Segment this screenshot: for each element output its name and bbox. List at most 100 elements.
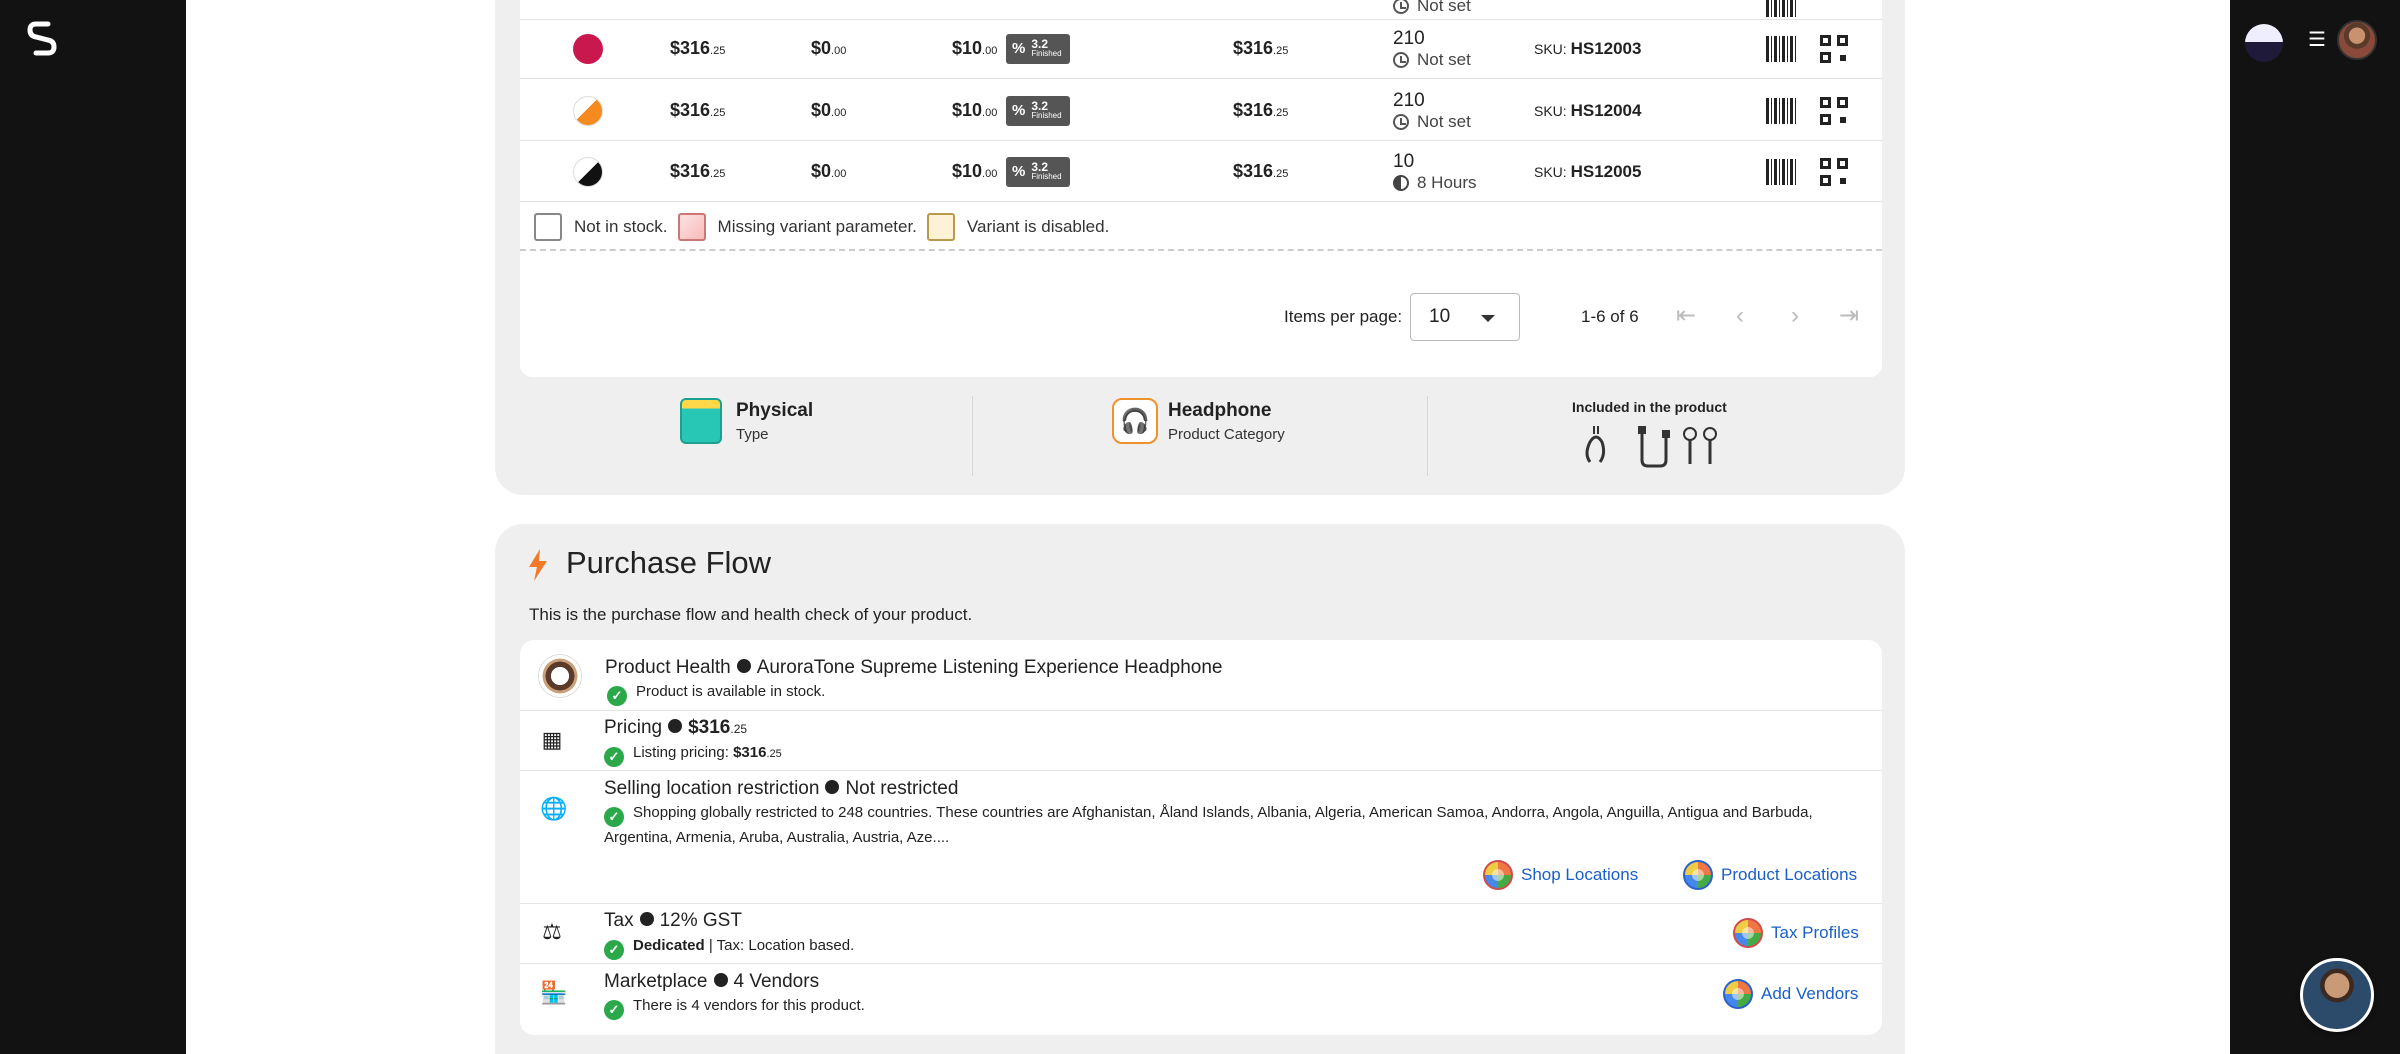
meta-divider <box>972 396 973 476</box>
half-circle-icon <box>1393 174 1409 191</box>
calculator-icon: ▦ <box>541 727 563 752</box>
tax-profiles-icon <box>1733 918 1763 948</box>
check-circle-icon: ✓ <box>604 1000 624 1020</box>
legend-missing-param: Missing variant parameter. <box>717 217 917 236</box>
next-page-icon[interactable]: › <box>1783 304 1807 329</box>
table-row[interactable]: Not set <box>520 0 1882 20</box>
previous-page-icon[interactable]: ‹ <box>1728 304 1752 329</box>
final-price: $316.25 <box>1233 161 1289 181</box>
tax-detail: ✓ Dedicated | Tax: Location based. <box>604 935 854 960</box>
sku: SKU: HS12003 <box>1534 38 1642 58</box>
discount: $0.00 <box>811 38 847 58</box>
table-row[interactable]: $316.25 $0.00 $10.00 % 3.2 Finished $316.2… <box>520 18 1882 79</box>
headphone-icon: 🎧 <box>1112 398 1158 444</box>
stock-quantity: 210 <box>1393 89 1425 111</box>
variant-color-swatch <box>573 33 603 64</box>
tax-profiles-link[interactable]: Tax Profiles <box>1733 918 1859 948</box>
lead-time: 8 Hours <box>1393 173 1477 193</box>
left-sidebar <box>0 0 186 1054</box>
selldone-logo-icon[interactable] <box>26 20 60 58</box>
meta-divider <box>1427 396 1428 476</box>
shop-avatar[interactable] <box>2245 24 2283 62</box>
user-avatar[interactable] <box>2337 20 2377 60</box>
fee: $10.00 <box>952 100 998 120</box>
clock-icon <box>1393 51 1409 68</box>
lead-time: Not set <box>1393 50 1471 70</box>
missing-param-swatch <box>677 213 706 241</box>
variant-color-swatch <box>573 95 603 126</box>
discount: $0.00 <box>811 161 847 181</box>
pagination-range: 1-6 of 6 <box>1581 307 1639 326</box>
product-thumbnail <box>538 654 582 698</box>
caret-down-icon <box>1481 315 1495 322</box>
barcode-icon[interactable] <box>1766 35 1796 62</box>
storefront-icon: 🏪 <box>540 980 568 1005</box>
sku: SKU: HS12004 <box>1534 100 1642 120</box>
fee: $10.00 <box>952 161 998 181</box>
product-locations-link[interactable]: Product Locations <box>1683 860 1857 890</box>
add-vendors-link[interactable]: Add Vendors <box>1723 979 1858 1009</box>
check-circle-icon: ✓ <box>604 940 624 960</box>
price: $316.25 <box>670 161 726 181</box>
tax-heading: Tax 12% GST <box>604 910 742 931</box>
lead-time: Not set <box>1393 112 1471 132</box>
barcode-icon[interactable] <box>1766 97 1796 124</box>
legend-divider <box>520 249 1882 251</box>
progress-badge: % 3.2 Finished <box>1006 33 1070 64</box>
hamburger-menu-icon[interactable]: ☰ <box>2307 30 2327 50</box>
progress-badge: % 3.2 Finished <box>1006 156 1070 187</box>
included-accessories-icon <box>1585 426 1717 468</box>
legend-disabled: Variant is disabled. <box>966 217 1110 236</box>
fee: $10.00 <box>952 38 998 58</box>
balance-scale-icon: ⚖ <box>542 919 562 944</box>
disabled-swatch <box>926 213 955 241</box>
shop-locations-link[interactable]: Shop Locations <box>1483 860 1638 890</box>
items-per-page-select[interactable]: 10 <box>1410 293 1520 341</box>
table-row[interactable]: $316.25 $0.00 $10.00 % 3.2 Finished $316.2… <box>520 141 1882 202</box>
pricing-heading: Pricing $316.25 <box>604 717 748 738</box>
last-page-icon[interactable]: ⇥ <box>1837 304 1861 329</box>
location-heading: Selling location restriction Not restrict… <box>604 778 959 799</box>
support-chat-avatar[interactable] <box>2300 958 2374 1032</box>
stock-quantity: 210 <box>1393 27 1425 49</box>
qr-code-icon[interactable] <box>1820 96 1848 125</box>
qr-code-icon[interactable] <box>1820 34 1848 63</box>
final-price: $316.25 <box>1233 38 1289 58</box>
purchase-flow-description: This is the purchase flow and health che… <box>529 605 973 624</box>
add-vendors-icon <box>1723 979 1753 1009</box>
first-page-icon[interactable]: ⇤ <box>1674 304 1698 329</box>
clock-icon <box>1393 113 1409 130</box>
clock-icon <box>1393 0 1409 14</box>
stock-quantity: 10 <box>1393 150 1415 172</box>
location-detail: ✓ Shopping globally restricted to 248 cou… <box>604 804 1813 846</box>
barcode-icon[interactable] <box>1766 0 1796 17</box>
shop-locations-icon <box>1483 860 1513 890</box>
table-row[interactable]: $316.25 $0.00 $10.00 % 3.2 Finished $316.2… <box>520 80 1882 141</box>
final-price: $316.25 <box>1233 100 1289 120</box>
qr-code-icon[interactable] <box>1820 157 1848 186</box>
check-circle-icon: ✓ <box>604 807 624 827</box>
progress-badge: % 3.2 Finished <box>1006 95 1070 126</box>
percent-icon: % <box>1012 163 1026 180</box>
percent-icon: % <box>1012 40 1026 57</box>
sku: SKU: HS12005 <box>1534 161 1642 181</box>
not-in-stock-swatch <box>534 213 562 241</box>
price: $316.25 <box>670 38 726 58</box>
pricing-detail: ✓ Listing pricing: $316.25 <box>604 742 782 767</box>
discount: $0.00 <box>811 100 847 120</box>
purchase-flow-title: Purchase Flow <box>566 545 772 580</box>
check-circle-icon: ✓ <box>604 747 624 767</box>
items-per-page-label: Items per page: <box>1284 307 1403 326</box>
lightning-bolt-icon <box>529 549 547 581</box>
price: $316.25 <box>670 100 726 120</box>
marketplace-heading: Marketplace 4 Vendors <box>604 971 820 992</box>
health-status: ✓ Product is available in stock. <box>607 681 825 706</box>
lead-time: Not set <box>1393 0 1471 16</box>
check-circle-icon: ✓ <box>607 686 627 706</box>
health-heading: Product Health AuroraTone Supreme Listeni… <box>605 657 1223 678</box>
marketplace-detail: ✓ There is 4 vendors for this product. <box>604 995 865 1020</box>
variant-color-swatch <box>573 156 603 187</box>
right-sidebar <box>2230 0 2400 1054</box>
legend-not-in-stock: Not in stock. <box>574 217 668 236</box>
barcode-icon[interactable] <box>1766 158 1796 185</box>
